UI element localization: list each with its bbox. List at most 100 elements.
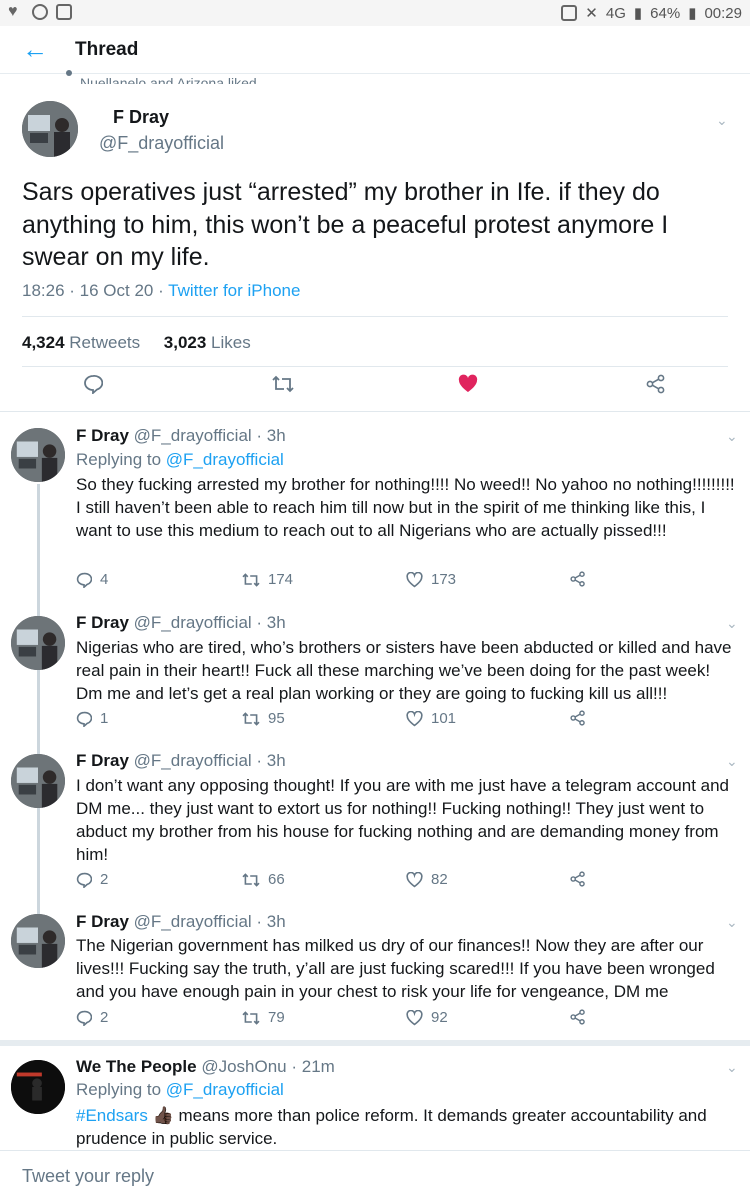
main-action-bar — [0, 374, 750, 404]
retweet-button[interactable]: 95 — [242, 710, 285, 727]
replying-to: Replying to @F_drayofficial — [76, 450, 284, 470]
handle-time: @F_drayofficial · 3h — [128, 912, 286, 931]
share-icon[interactable] — [570, 710, 586, 726]
divider — [0, 411, 750, 412]
avatar[interactable] — [11, 754, 65, 808]
avatar[interactable] — [22, 101, 78, 157]
reply-composer[interactable]: Tweet your reply — [0, 1150, 750, 1200]
retweet-button[interactable]: 66 — [242, 871, 285, 888]
app-bar: ← Thread — [0, 26, 750, 74]
reply-icon[interactable] — [83, 374, 104, 399]
avatar[interactable] — [11, 914, 65, 968]
reply-text: I don’t want any opposing thought! If yo… — [76, 776, 730, 864]
page-title: Thread — [75, 39, 139, 60]
likes-count[interactable]: 3,023 — [164, 333, 207, 352]
author-handle[interactable]: @F_drayofficial — [99, 133, 224, 154]
share-icon[interactable] — [646, 374, 666, 399]
reply-icon — [76, 711, 92, 727]
reply-header[interactable]: F Dray @F_drayofficial · 3h — [76, 751, 286, 771]
like-button[interactable]: 101 — [406, 710, 456, 727]
heart-icon — [406, 871, 423, 887]
heart-small-icon — [66, 70, 72, 76]
reply-button[interactable]: 1 — [76, 710, 108, 727]
battery-percent: 64% — [650, 4, 681, 22]
retweets-label: Retweets — [64, 333, 141, 352]
author-name: F Dray — [76, 751, 129, 770]
reply-text: Nigerias who are tired, who’s brothers o… — [76, 638, 732, 703]
chevron-down-icon[interactable]: ⌄ — [726, 914, 738, 931]
reply-header[interactable]: F Dray @F_drayofficial · 3h — [76, 912, 286, 932]
retweet-button[interactable]: 79 — [242, 1009, 285, 1026]
share-icon[interactable] — [570, 871, 586, 887]
chevron-down-icon[interactable]: ⌄ — [716, 112, 728, 129]
replying-to-handle[interactable]: @F_drayofficial — [166, 450, 284, 469]
share-icon[interactable] — [570, 571, 586, 587]
chevron-down-icon[interactable]: ⌄ — [726, 753, 738, 770]
action-bar: 1 95 101 — [76, 710, 676, 732]
heart-icon — [406, 1009, 423, 1025]
divider — [22, 316, 728, 317]
arrow-left-icon[interactable]: ← — [22, 34, 48, 64]
author-name[interactable]: F Dray — [113, 107, 169, 128]
battery-icon: ▮ — [688, 5, 697, 22]
timestamp-text: 18:26 · 16 Oct 20 · — [22, 281, 169, 300]
avatar[interactable] — [11, 1060, 65, 1114]
replying-to-handle[interactable]: @F_drayofficial — [166, 1080, 284, 1099]
retweet-icon — [242, 1010, 260, 1025]
reply-icon — [76, 1010, 92, 1026]
engagement-counts: 4,324 Retweets 3,023 Likes — [22, 333, 251, 353]
heart-filled-icon[interactable] — [458, 374, 478, 399]
hashtag-link[interactable]: #Endsars — [76, 1106, 148, 1125]
like-count: 92 — [431, 1009, 448, 1026]
reply-count: 1 — [100, 710, 109, 727]
social-context: Nuellanelo and Arizona liked — [66, 70, 257, 84]
composer-placeholder[interactable]: Tweet your reply — [22, 1166, 154, 1187]
retweet-count: 174 — [268, 571, 294, 588]
heart-icon — [406, 710, 423, 726]
avatar[interactable] — [11, 616, 65, 670]
status-bar: ♥ ✕ 4G ▮ 64% ▮ 00:29 — [0, 0, 750, 26]
like-button[interactable]: 92 — [406, 1009, 448, 1026]
reply-button[interactable]: 4 — [76, 571, 108, 588]
mute-icon: ✕ — [585, 5, 598, 22]
author-name: F Dray — [76, 912, 129, 931]
reply-button[interactable]: 2 — [76, 871, 108, 888]
like-button[interactable]: 82 — [406, 871, 448, 888]
retweet-icon[interactable] — [272, 374, 294, 399]
reply-icon — [76, 872, 92, 888]
pinterest-notification-icon — [32, 4, 48, 20]
heart-notification-icon: ♥ — [8, 3, 18, 20]
reply-icon — [76, 572, 92, 588]
reply-header[interactable]: F Dray @F_drayofficial · 3h — [76, 426, 286, 446]
clock: 00:29 — [704, 4, 742, 22]
retweet-button[interactable]: 174 — [242, 571, 293, 588]
like-count: 82 — [431, 871, 448, 888]
chevron-down-icon[interactable]: ⌄ — [726, 1059, 738, 1076]
heart-icon — [406, 571, 423, 587]
reply-text: The Nigerian government has milked us dr… — [76, 936, 715, 1001]
chevron-down-icon[interactable]: ⌄ — [726, 615, 738, 632]
share-icon[interactable] — [570, 1009, 586, 1025]
tweet-text: Sars operatives just “arrested” my broth… — [22, 178, 669, 271]
replying-prefix: Replying to — [76, 1080, 166, 1099]
avatar-image — [22, 101, 78, 157]
reply-button[interactable]: 2 — [76, 1009, 108, 1026]
action-bar: 2 79 92 — [76, 1009, 676, 1031]
retweet-count: 95 — [268, 710, 285, 727]
avatar[interactable] — [11, 428, 65, 482]
handle-time: @F_drayofficial · 3h — [128, 751, 286, 770]
author-name: We The People — [76, 1057, 197, 1076]
chevron-down-icon[interactable]: ⌄ — [726, 428, 738, 445]
reply-header[interactable]: F Dray @F_drayofficial · 3h — [76, 613, 286, 633]
source-link[interactable]: Twitter for iPhone — [168, 281, 300, 300]
tweet-timestamp: 18:26 · 16 Oct 20 · Twitter for iPhone — [22, 281, 300, 301]
thumbs-up-emoji: 👍🏿 — [152, 1106, 174, 1125]
replying-prefix: Replying to — [76, 450, 166, 469]
retweet-count: 79 — [268, 1009, 285, 1026]
reply-header[interactable]: We The People @JoshOnu · 21m — [76, 1057, 335, 1077]
like-button[interactable]: 173 — [406, 571, 456, 588]
retweet-icon — [242, 872, 260, 887]
likes-label: Likes — [206, 333, 251, 352]
retweets-count[interactable]: 4,324 — [22, 333, 65, 352]
thread-connector — [37, 484, 40, 939]
